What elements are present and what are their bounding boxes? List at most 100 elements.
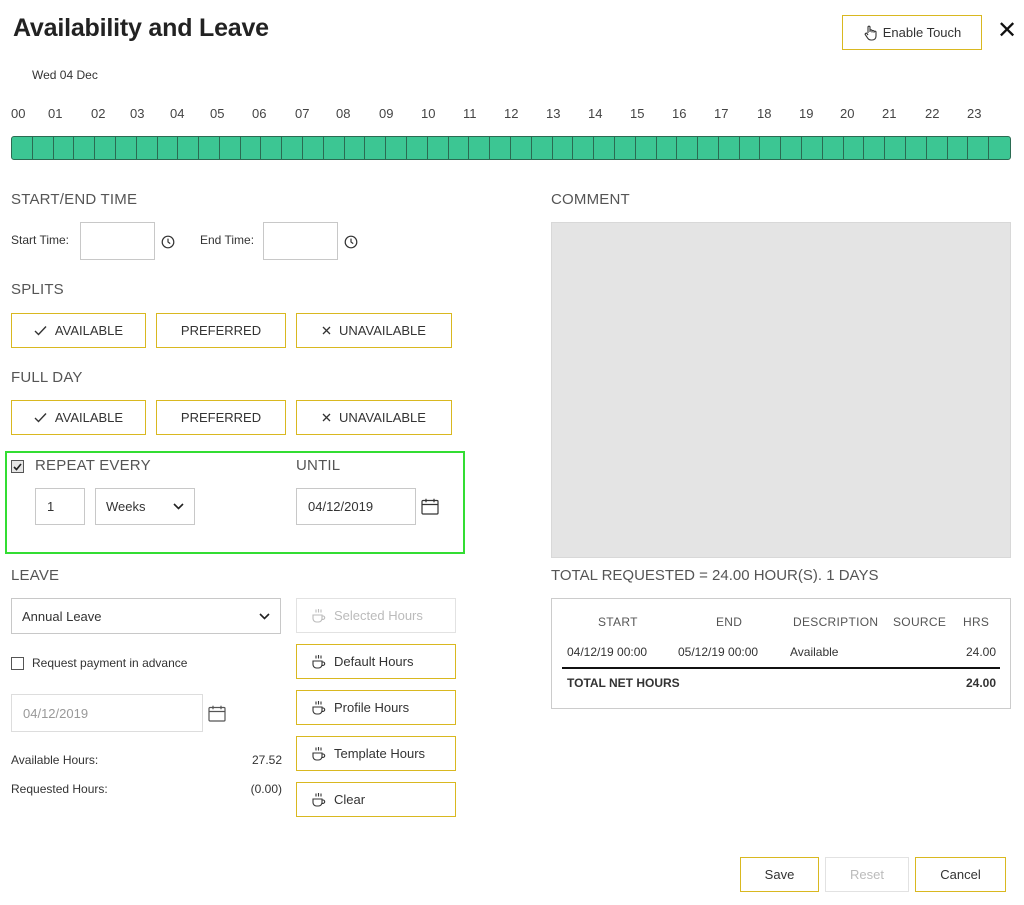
timeline-slot[interactable] xyxy=(386,137,408,159)
timeline-slot[interactable] xyxy=(490,137,511,159)
timeline-slot[interactable] xyxy=(95,137,116,159)
timeline-slot[interactable] xyxy=(968,137,990,159)
timeline-slot[interactable] xyxy=(74,137,96,159)
timeline-slot[interactable] xyxy=(33,137,54,159)
timeline-slot[interactable] xyxy=(199,137,220,159)
timeline-slot[interactable] xyxy=(927,137,948,159)
enable-touch-button[interactable]: Enable Touch xyxy=(842,15,982,50)
start-time-input[interactable] xyxy=(80,222,155,260)
timeline-slot[interactable] xyxy=(781,137,803,159)
timeline-slot[interactable] xyxy=(428,137,449,159)
selected-hours-button[interactable]: Selected Hours xyxy=(296,598,456,633)
check-icon xyxy=(34,326,47,336)
timeline-slot[interactable] xyxy=(657,137,678,159)
hour-label: 09 xyxy=(379,106,394,121)
end-time-input[interactable] xyxy=(263,222,338,260)
timeline-slot[interactable] xyxy=(615,137,636,159)
request-payment-checkbox[interactable] xyxy=(11,657,24,670)
timeline-slot[interactable] xyxy=(262,137,283,159)
profile-hours-button[interactable]: Profile Hours xyxy=(296,690,456,725)
chevron-down-icon xyxy=(259,612,270,620)
timeline-slot[interactable] xyxy=(345,137,366,159)
full-day-available-button[interactable]: AVAILABLE xyxy=(11,400,146,435)
timeline-slot[interactable] xyxy=(178,137,200,159)
column-header-source: SOURCE xyxy=(893,615,947,629)
timeline-slot[interactable] xyxy=(844,137,865,159)
splits-preferred-button[interactable]: PREFERRED xyxy=(156,313,286,348)
hour-label: 20 xyxy=(840,106,855,121)
total-requested-summary: TOTAL REQUESTED = 24.00 HOUR(S). 1 DAYS xyxy=(551,567,879,584)
cancel-button[interactable]: Cancel xyxy=(915,857,1006,892)
coffee-cup-icon xyxy=(312,655,326,669)
payment-date-input[interactable]: 04/12/2019 xyxy=(11,694,203,732)
leave-heading: LEAVE xyxy=(11,567,60,584)
until-date-input[interactable]: 04/12/2019 xyxy=(296,488,416,525)
availability-timeline[interactable] xyxy=(11,136,1011,160)
timeline-slot[interactable] xyxy=(989,137,1010,159)
splits-unavailable-button[interactable]: UNAVAILABLE xyxy=(296,313,452,348)
timeline-slot[interactable] xyxy=(698,137,719,159)
save-button[interactable]: Save xyxy=(740,857,819,892)
splits-available-button[interactable]: AVAILABLE xyxy=(11,313,146,348)
timeline-slot[interactable] xyxy=(594,137,615,159)
timeline-slot[interactable] xyxy=(677,137,699,159)
timeline-slot[interactable] xyxy=(220,137,241,159)
timeline-slot[interactable] xyxy=(241,137,262,159)
timeline-slot[interactable] xyxy=(553,137,574,159)
timeline-slot[interactable] xyxy=(906,137,927,159)
column-header-description: DESCRIPTION xyxy=(793,615,879,629)
leave-type-select[interactable]: Annual Leave xyxy=(11,598,281,634)
default-hours-button[interactable]: Default Hours xyxy=(296,644,456,679)
hour-label: 02 xyxy=(91,106,106,121)
enable-touch-label: Enable Touch xyxy=(882,25,962,40)
chevron-down-icon xyxy=(173,503,184,510)
timeline-slot[interactable] xyxy=(303,137,324,159)
start-time-label: Start Time: xyxy=(11,233,70,247)
comment-textarea[interactable] xyxy=(551,222,1011,558)
timeline-slot[interactable] xyxy=(719,137,740,159)
timeline-slot[interactable] xyxy=(573,137,595,159)
clear-button[interactable]: Clear xyxy=(296,782,456,817)
full-day-unavailable-button[interactable]: UNAVAILABLE xyxy=(296,400,452,435)
coffee-cup-icon xyxy=(312,701,326,715)
timeline-slot[interactable] xyxy=(469,137,491,159)
timeline-slot[interactable] xyxy=(740,137,761,159)
timeline-slot[interactable] xyxy=(948,137,969,159)
timeline-slot[interactable] xyxy=(365,137,387,159)
timeline-slot[interactable] xyxy=(116,137,137,159)
check-icon xyxy=(13,462,22,471)
timeline-slot[interactable] xyxy=(885,137,907,159)
timeline-slot[interactable] xyxy=(158,137,179,159)
clock-icon[interactable] xyxy=(344,235,358,249)
x-icon xyxy=(322,413,331,422)
timeline-slot[interactable] xyxy=(137,137,158,159)
timeline-slot[interactable] xyxy=(823,137,844,159)
timeline-slot[interactable] xyxy=(282,137,304,159)
timeline-slot[interactable] xyxy=(636,137,657,159)
calendar-icon[interactable] xyxy=(208,705,226,722)
end-time-label: End Time: xyxy=(200,233,255,247)
hour-label: 04 xyxy=(170,106,185,121)
timeline-slot[interactable] xyxy=(324,137,345,159)
timeline-slot[interactable] xyxy=(864,137,886,159)
hour-label: 19 xyxy=(799,106,814,121)
repeat-checkbox[interactable] xyxy=(11,460,24,473)
row-hrs: 24.00 xyxy=(965,645,996,659)
timeline-slot[interactable] xyxy=(407,137,428,159)
timeline-slot[interactable] xyxy=(532,137,553,159)
clock-icon[interactable] xyxy=(161,235,175,249)
full-day-preferred-button[interactable]: PREFERRED xyxy=(156,400,286,435)
timeline-slot[interactable] xyxy=(802,137,823,159)
timeline-slot[interactable] xyxy=(449,137,470,159)
repeat-count-input[interactable]: 1 xyxy=(35,488,85,525)
total-net-hours-label: TOTAL NET HOURS xyxy=(567,676,680,690)
template-hours-button[interactable]: Template Hours xyxy=(296,736,456,771)
timeline-slot[interactable] xyxy=(511,137,532,159)
reset-button[interactable]: Reset xyxy=(825,857,909,892)
timeline-slot[interactable] xyxy=(12,137,33,159)
timeline-slot[interactable] xyxy=(54,137,75,159)
calendar-icon[interactable] xyxy=(421,498,439,515)
repeat-unit-select[interactable]: Weeks xyxy=(95,488,195,525)
close-icon[interactable]: ✕ xyxy=(994,18,1020,44)
timeline-slot[interactable] xyxy=(761,137,782,159)
